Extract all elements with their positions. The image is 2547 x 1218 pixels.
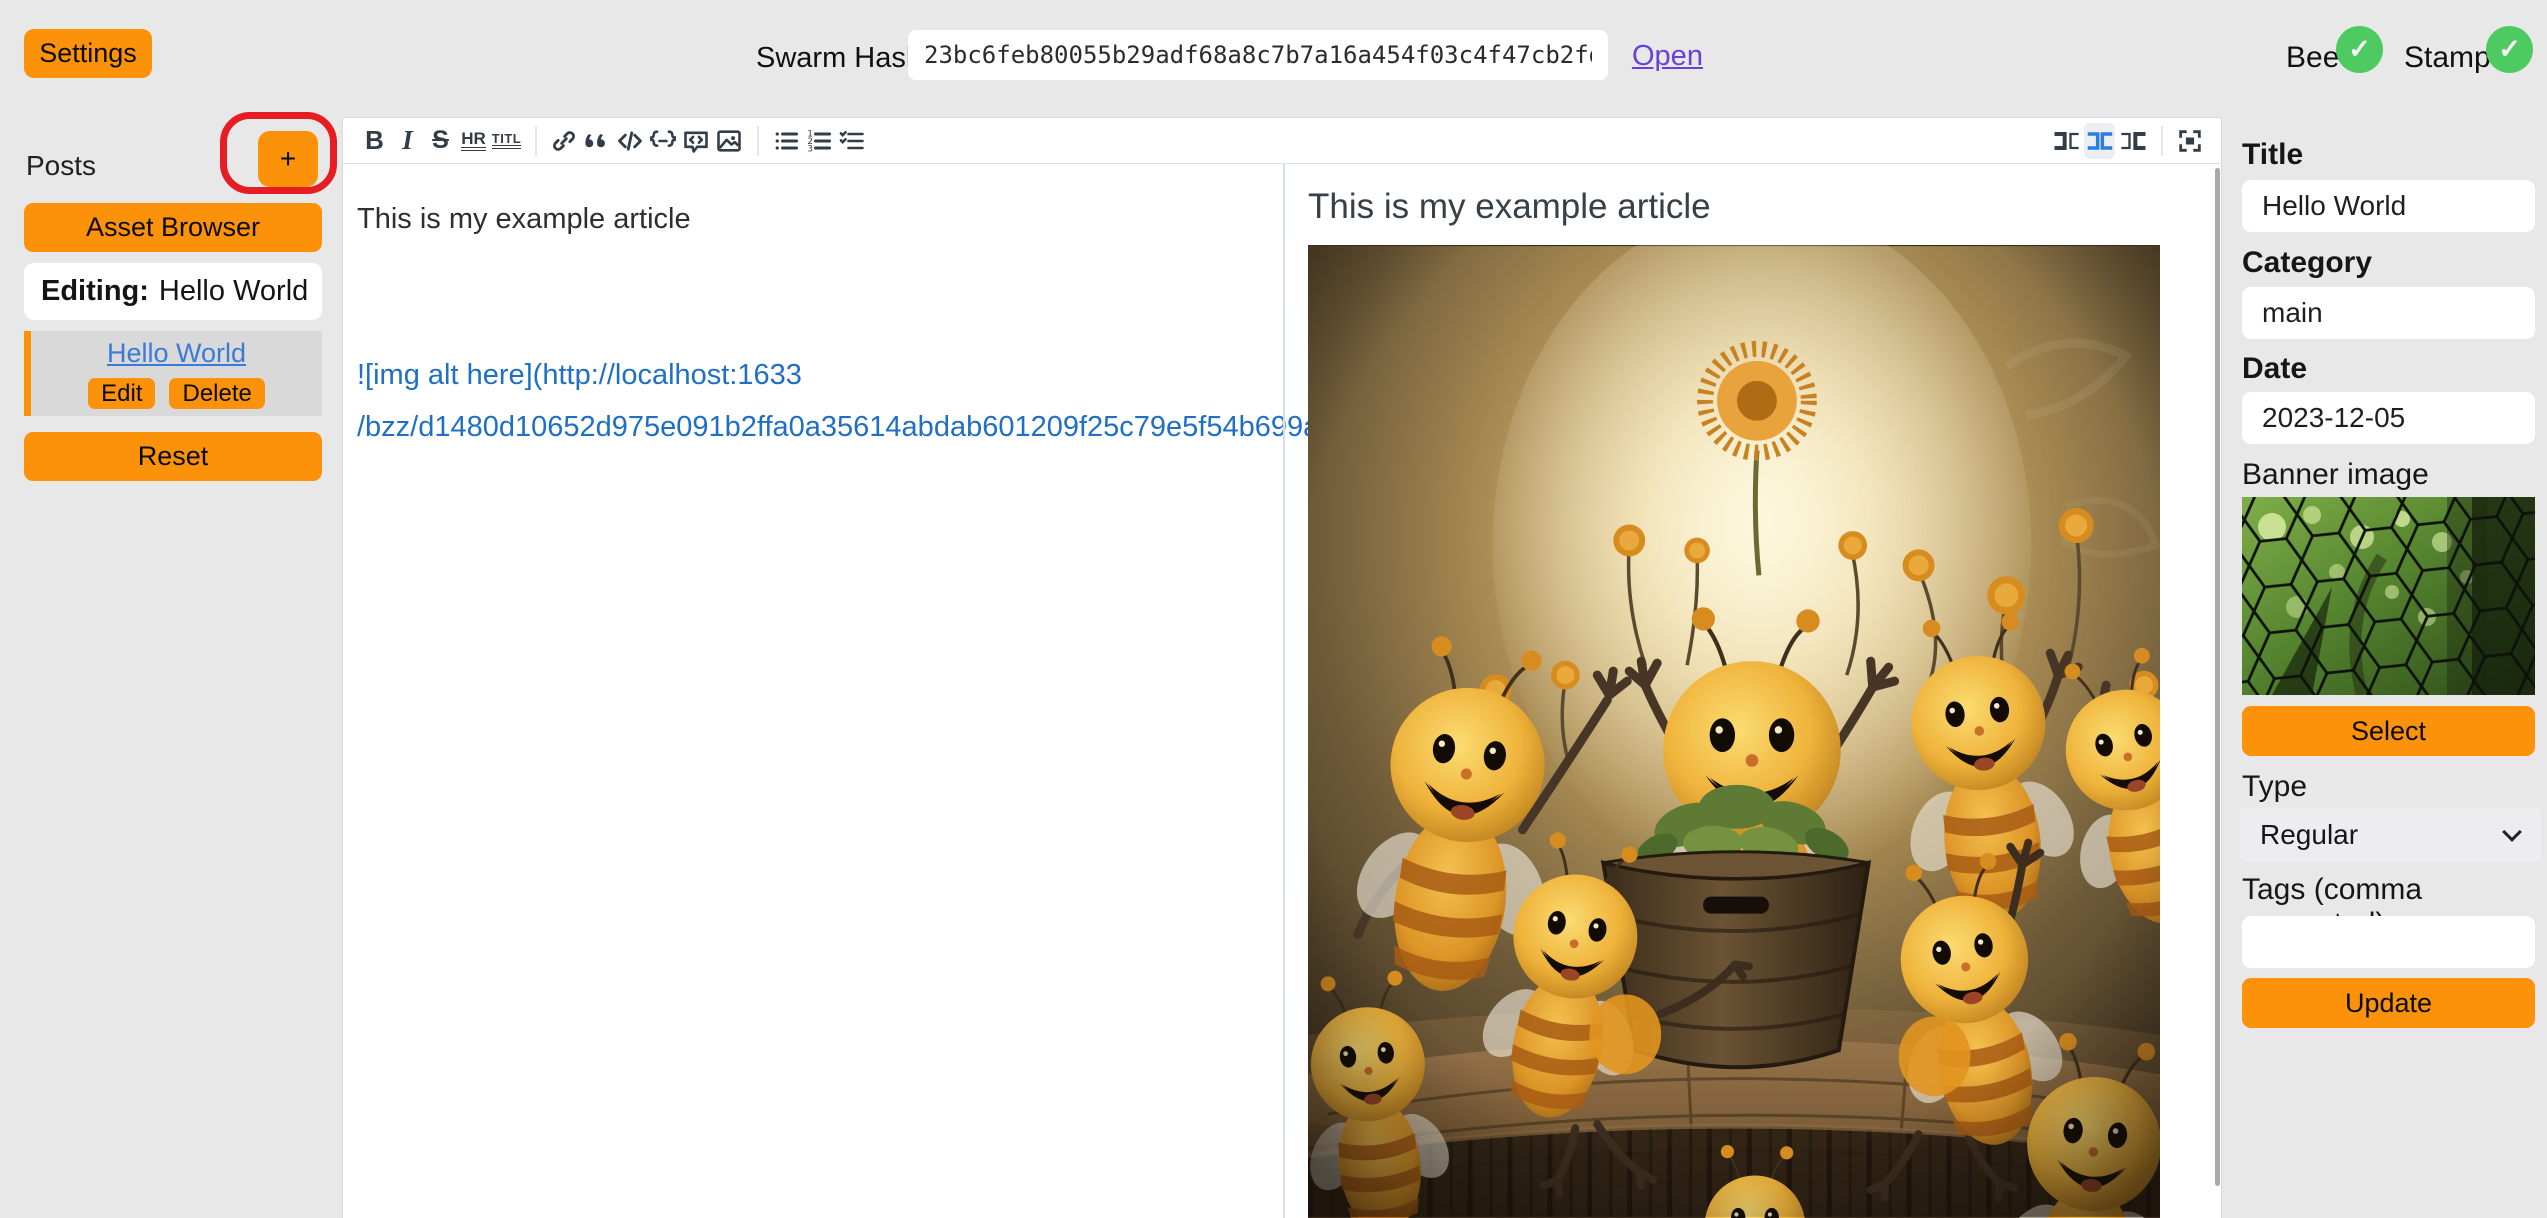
post-list-item: Hello World Edit Delete: [24, 331, 322, 416]
link-icon[interactable]: [548, 123, 579, 159]
editor-toolbar: B I S HR TITL: [343, 118, 2221, 164]
markdown-source-editor[interactable]: This is my example article ![img alt her…: [343, 165, 1282, 1218]
quote-icon[interactable]: [581, 123, 612, 159]
toolbar-separator: [2161, 126, 2163, 156]
post-actions: Edit Delete: [88, 378, 265, 409]
horizontal-rule-icon[interactable]: HR: [461, 130, 486, 151]
bold-icon[interactable]: B: [359, 123, 390, 159]
category-label: Category: [2242, 246, 2372, 280]
code-icon[interactable]: [614, 123, 645, 159]
markdown-preview: This is my example article: [1285, 165, 2214, 1218]
tags-input[interactable]: [2242, 916, 2535, 968]
date-label: Date: [2242, 352, 2307, 386]
settings-button[interactable]: Settings: [24, 29, 152, 78]
image-markdown-line: ![img alt here](http://localhost:1633: [357, 349, 1268, 401]
code-block-icon[interactable]: [647, 123, 678, 159]
svg-text:3: 3: [807, 144, 813, 154]
type-select[interactable]: Regular: [2240, 808, 2541, 862]
toolbar-separator: [535, 126, 537, 156]
post-title-link[interactable]: Hello World: [107, 338, 246, 369]
update-button[interactable]: Update: [2242, 978, 2535, 1028]
title-label: Title: [2242, 138, 2303, 172]
swarm-hash-input[interactable]: [908, 30, 1608, 80]
strikethrough-icon[interactable]: S: [425, 123, 456, 159]
split-view-icon[interactable]: [2084, 123, 2115, 159]
swarm-hash-label: Swarm Hash: [756, 42, 922, 75]
type-label: Type: [2242, 770, 2307, 804]
banner-image-label: Banner image: [2242, 458, 2429, 492]
editing-title: Hello World: [159, 275, 308, 308]
date-input[interactable]: [2242, 392, 2535, 444]
task-list-icon[interactable]: [836, 123, 867, 159]
preview-view-icon[interactable]: [2117, 123, 2148, 159]
comment-icon[interactable]: [680, 123, 711, 159]
title-icon[interactable]: TITL: [492, 132, 521, 149]
editor-line: This is my example article: [357, 193, 1268, 245]
banner-image-thumbnail[interactable]: [2242, 497, 2535, 695]
fullscreen-icon[interactable]: [2174, 123, 2205, 159]
view-controls: [2051, 123, 2207, 159]
toolbar-separator: [757, 126, 759, 156]
open-link[interactable]: Open: [1632, 40, 1703, 73]
preview-paragraph: This is my example article: [1308, 185, 2191, 229]
image-markdown-line: /bzz/d1480d10652d975e091b2ffa0a35614abda…: [357, 401, 1268, 453]
category-input[interactable]: [2242, 287, 2535, 339]
chevron-down-icon: [2502, 822, 2522, 842]
article-image: [1308, 245, 2160, 1218]
asset-browser-button[interactable]: Asset Browser: [24, 203, 322, 252]
bee-status-label: Bee: [2286, 41, 2339, 75]
preview-scrollbar[interactable]: [2215, 168, 2220, 1186]
bee-check-icon: ✓: [2336, 26, 2383, 73]
posts-heading: Posts: [26, 150, 96, 182]
image-icon[interactable]: [713, 123, 744, 159]
edit-post-button[interactable]: Edit: [88, 378, 155, 409]
editor-view-icon[interactable]: [2051, 123, 2082, 159]
type-selected-value: Regular: [2260, 819, 2358, 851]
ordered-list-icon[interactable]: 1 2 3: [803, 123, 834, 159]
unordered-list-icon[interactable]: [770, 123, 801, 159]
editing-prefix: Editing:: [41, 275, 149, 308]
add-post-button[interactable]: +: [258, 131, 318, 187]
markdown-editor: B I S HR TITL: [342, 117, 2222, 1218]
reset-button[interactable]: Reset: [24, 432, 322, 481]
stamp-check-icon: ✓: [2486, 26, 2533, 73]
delete-post-button[interactable]: Delete: [169, 378, 264, 409]
title-input[interactable]: [2242, 180, 2535, 232]
select-banner-button[interactable]: Select: [2242, 706, 2535, 756]
editor-empty-lines: [357, 245, 1268, 349]
editing-indicator: Editing: Hello World: [24, 263, 322, 320]
italic-icon[interactable]: I: [392, 123, 423, 159]
stamp-status-label: Stamp: [2404, 41, 2491, 75]
